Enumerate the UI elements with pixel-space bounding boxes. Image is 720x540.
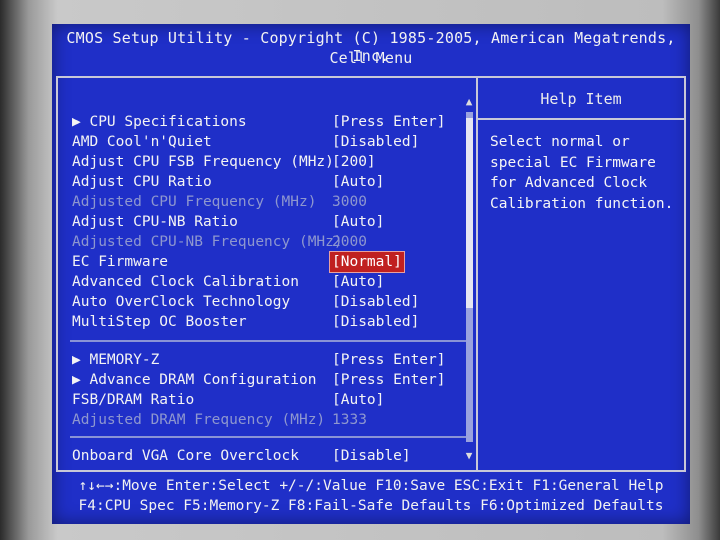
setting-label: Adjusted DRAM Frequency (MHz): [72, 412, 326, 428]
setting-label: Onboard VGA Core Overclock: [72, 448, 299, 464]
scroll-up-icon[interactable]: ▲: [462, 96, 476, 108]
setting-label: Advanced Clock Calibration: [72, 274, 299, 290]
setting-label: Adjusted CPU Frequency (MHz): [72, 194, 317, 210]
key-help-line-1: ↑↓←→:Move Enter:Select +/-/:Value F10:Sa…: [78, 478, 664, 494]
panel-divider: [476, 78, 478, 470]
setting-label: AMD Cool'n'Quiet: [72, 134, 212, 150]
scroll-down-icon[interactable]: ▼: [462, 450, 476, 462]
setting-label: MultiStep OC Booster: [72, 314, 247, 330]
setting-value[interactable]: [Disabled]: [332, 292, 419, 312]
setting-label: FSB/DRAM Ratio: [72, 392, 195, 408]
setting-value[interactable]: [Disable]: [332, 446, 411, 466]
setting-value[interactable]: [Auto]: [332, 390, 384, 410]
setting-label: Adjust CPU FSB Frequency (MHz): [72, 154, 334, 170]
settings-frame: Help Item Select normal or special EC Fi…: [56, 76, 686, 472]
setting-value[interactable]: [Press Enter]: [332, 112, 446, 132]
setting-label: Adjust CPU Ratio: [72, 174, 212, 190]
key-help-line-2: F4:CPU Spec F5:Memory-Z F8:Fail-Safe Def…: [78, 498, 664, 514]
setting-label: Auto OverClock Technology: [72, 294, 291, 310]
setting-value[interactable]: [Auto]: [332, 212, 384, 232]
setting-value[interactable]: [Disabled]: [332, 132, 419, 152]
setting-value[interactable]: [Disabled]: [332, 312, 419, 332]
setting-label: ▶ MEMORY-Z: [72, 352, 160, 368]
setting-label: ▶ Advance DRAM Configuration: [72, 372, 317, 388]
help-separator: [478, 118, 684, 120]
setting-value[interactable]: [200]: [332, 152, 376, 172]
section-divider: [70, 340, 466, 342]
setting-label: ▶ CPU Specifications: [72, 114, 247, 130]
setting-value[interactable]: [Press Enter]: [332, 350, 446, 370]
setting-value[interactable]: [Auto]: [332, 272, 384, 292]
setting-label: Adjusted CPU-NB Frequency (MHz): [72, 234, 343, 250]
menu-title: Cell Menu: [329, 49, 413, 67]
setting-label: Adjust CPU-NB Ratio: [72, 214, 238, 230]
scrollbar-thumb[interactable]: [466, 118, 473, 308]
setting-value-selected[interactable]: [Normal]: [329, 251, 405, 273]
setting-label: EC Firmware: [72, 254, 169, 270]
setting-value: 2000: [332, 234, 367, 250]
bios-screen: CMOS Setup Utility - Copyright (C) 1985-…: [52, 24, 690, 524]
setting-value: 3000: [332, 194, 367, 210]
help-title: Help Item: [540, 90, 622, 108]
section-divider: [70, 436, 466, 438]
setting-value[interactable]: [Auto]: [332, 172, 384, 192]
setting-value: 1333: [332, 412, 367, 428]
setting-value[interactable]: [Press Enter]: [332, 370, 446, 390]
help-text: Select normal or special EC Firmware for…: [490, 134, 674, 212]
